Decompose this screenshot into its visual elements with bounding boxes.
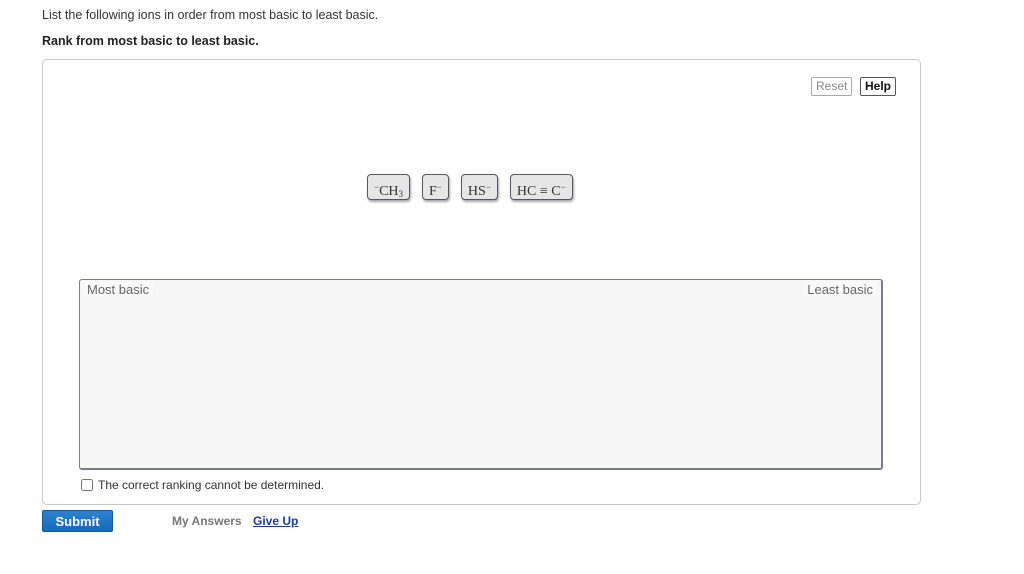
help-button[interactable]: Help [860, 77, 897, 96]
cannot-determine-checkbox[interactable] [81, 479, 93, 491]
most-basic-label: Most basic [83, 282, 154, 297]
tile-formula: HS [467, 184, 486, 199]
question-instruction: Rank from most basic to least basic. [42, 34, 259, 48]
my-answers-link[interactable]: My Answers [172, 514, 242, 528]
cannot-determine-label: The correct ranking cannot be determined… [98, 478, 325, 492]
question-prompt: List the following ions in order from mo… [42, 8, 379, 22]
tile-charge: − [560, 182, 566, 192]
ion-tile-fluoride[interactable]: F− [422, 174, 449, 200]
ion-tile-bank: −CH3 F− HS− HC ≡ C− [367, 174, 573, 200]
least-basic-label: Least basic [803, 282, 877, 297]
tile-formula: HC ≡ C [516, 184, 561, 199]
ion-tile-hydrosulfide[interactable]: HS− [460, 174, 498, 200]
submit-button[interactable]: Submit [42, 510, 113, 532]
ion-tile-acetylide[interactable]: HC ≡ C− [509, 174, 573, 200]
tile-formula: F [429, 184, 437, 199]
tile-charge: − [485, 182, 491, 192]
tile-formula: CH [379, 184, 399, 199]
cannot-determine-option[interactable]: The correct ranking cannot be determined… [81, 478, 324, 492]
tile-charge: − [436, 182, 442, 192]
give-up-link[interactable]: Give Up [253, 514, 298, 528]
reset-button[interactable]: Reset [811, 77, 853, 96]
ion-tile-methyl-anion[interactable]: −CH3 [367, 174, 411, 200]
ranking-panel: Reset Help −CH3 F− HS− HC ≡ C− Most basi… [42, 59, 921, 505]
tile-subscript: 3 [398, 189, 404, 199]
ranking-drop-zone[interactable]: Most basic Least basic [79, 279, 883, 470]
